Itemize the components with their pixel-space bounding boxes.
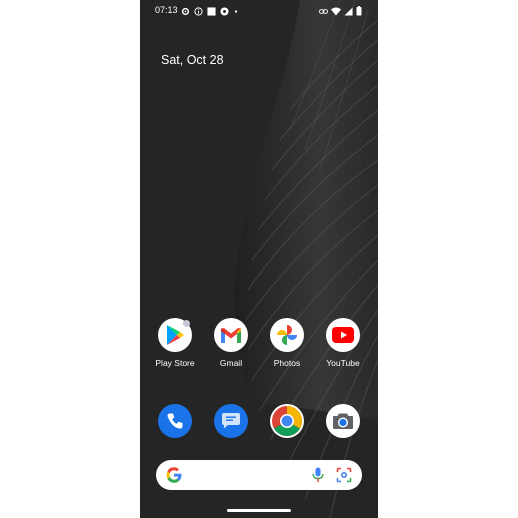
phone-screen: 07:13 Sat, Oct 28 Play Store Gmail Photo… [140, 0, 378, 518]
google-search-bar[interactable] [156, 460, 362, 490]
app-play-store[interactable]: Play Store [147, 318, 203, 368]
wifi-icon [331, 7, 341, 15]
notification-badge [183, 320, 190, 327]
messages-icon [222, 413, 240, 429]
status-right-icons [319, 5, 362, 17]
chrome-icon [272, 406, 303, 437]
lens-icon[interactable] [336, 467, 352, 483]
signal-icon [344, 6, 353, 16]
youtube-icon [332, 327, 354, 343]
app-label: YouTube [326, 358, 360, 368]
info-circle-icon [194, 6, 203, 16]
gmail-icon [221, 327, 241, 343]
photos-icon [277, 325, 297, 345]
gear-icon [181, 7, 190, 15]
camera-icon [333, 413, 353, 429]
status-time: 07:13 [155, 5, 178, 15]
app-label: Gmail [219, 358, 243, 368]
settings-badge-icon [220, 6, 229, 16]
gmail-app-icon[interactable] [214, 318, 248, 352]
app-gmail[interactable]: Gmail [203, 318, 259, 368]
app-label: Photos [273, 358, 301, 368]
app-youtube[interactable]: YouTube [315, 318, 371, 368]
square-icon [207, 6, 216, 16]
youtube-app-icon[interactable] [326, 318, 360, 352]
status-left-icons [181, 5, 239, 17]
play-store-icon [167, 325, 184, 345]
chrome-app-icon[interactable] [270, 404, 304, 438]
messages-app-icon[interactable] [214, 404, 248, 438]
status-bar: 07:13 [140, 0, 378, 22]
date-widget[interactable]: Sat, Oct 28 [161, 53, 224, 67]
gesture-navigation-handle[interactable] [227, 509, 291, 512]
camera-app-icon[interactable] [326, 404, 360, 438]
mic-icon[interactable] [312, 467, 324, 483]
photos-app-icon[interactable] [270, 318, 304, 352]
phone-icon [167, 413, 183, 429]
wallpaper [140, 0, 378, 518]
app-photos[interactable]: Photos [259, 318, 315, 368]
dot-icon [234, 9, 238, 13]
google-g-icon [166, 467, 182, 483]
app-label: Play Store [155, 358, 195, 368]
play-store-app-icon[interactable] [158, 318, 192, 352]
battery-icon [356, 6, 362, 16]
link-icon [319, 8, 328, 14]
phone-app-icon[interactable] [158, 404, 192, 438]
